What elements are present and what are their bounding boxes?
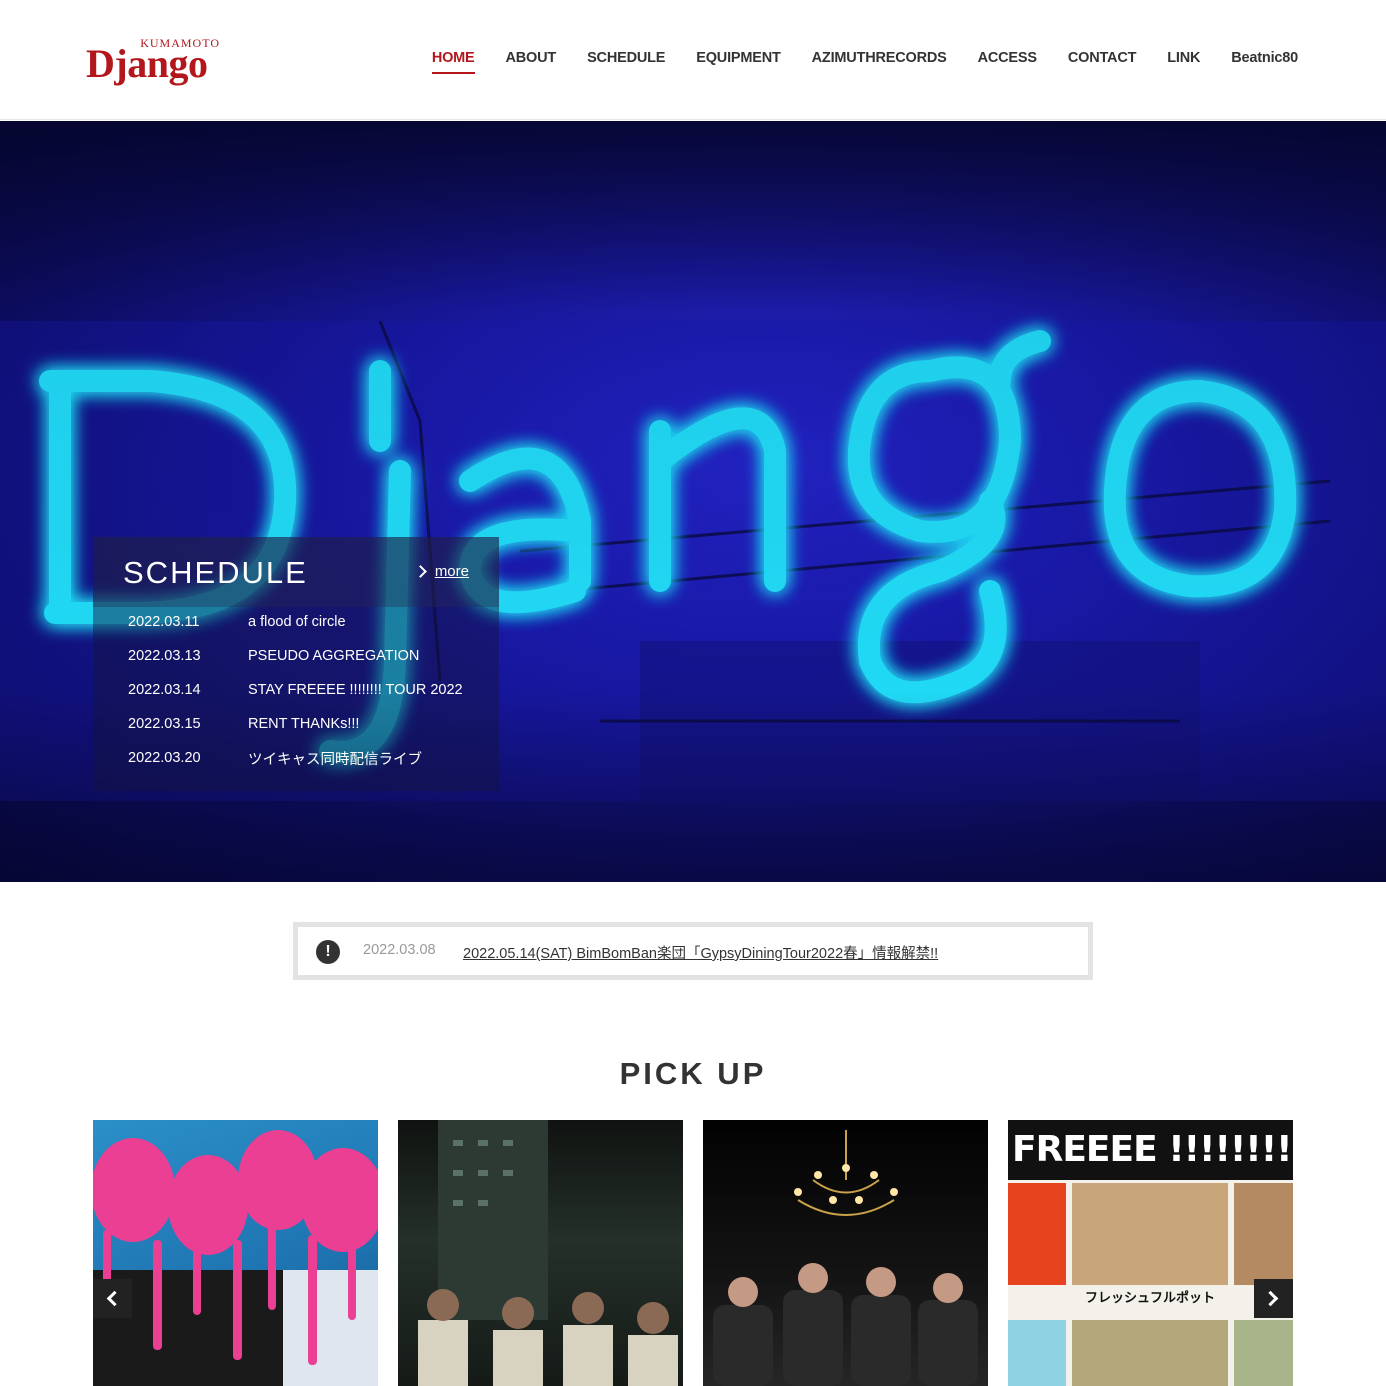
news-link[interactable]: 2022.05.14(SAT) BimBomBan楽団「GypsyDiningT… [463, 942, 938, 963]
nav-beatnic80[interactable]: Beatnic80 [1231, 50, 1298, 74]
main-nav: HOME ABOUT SCHEDULE EQUIPMENT AZIMUTHREC… [431, 50, 1298, 74]
band-photo-chandelier [713, 1130, 978, 1386]
schedule-event-title: a flood of circle [248, 614, 346, 630]
schedule-more-link[interactable]: more [413, 563, 469, 580]
news-date: 2022.03.08 [363, 942, 436, 958]
pickup-card-2[interactable] [398, 1120, 683, 1386]
schedule-title: SCHEDULE [123, 555, 308, 590]
schedule-event-title: ツイキャス同時配信ライブ [248, 751, 422, 768]
pickup-card-1[interactable] [93, 1120, 378, 1386]
carousel-next-button[interactable] [1254, 1279, 1293, 1318]
nav-about[interactable]: ABOUT [506, 50, 557, 74]
pickup-card-4[interactable]: FREEEE !!!!!!!! TOUR フレッシュフルポット [1008, 1120, 1293, 1386]
carousel-prev-button[interactable] [93, 1279, 132, 1318]
tour-poster-caption: フレッシュフルポット [1085, 1290, 1215, 1306]
more-label: more [434, 563, 469, 580]
schedule-date: 2022.03.14 [128, 682, 201, 698]
schedule-event-title: STAY FREEEE !!!!!!!! TOUR 2022 [248, 682, 463, 698]
schedule-date: 2022.03.13 [128, 648, 201, 664]
nav-link[interactable]: LINK [1167, 50, 1200, 74]
schedule-event-title: RENT THANKs!!! [248, 716, 360, 732]
schedule-date: 2022.03.20 [128, 750, 201, 766]
schedule-item[interactable]: 2022.03.11 a flood of circle [128, 605, 463, 639]
logo-django: Django [86, 41, 208, 86]
chevron-left-icon [106, 1290, 123, 1307]
schedule-panel: SCHEDULE more 2022.03.11 a flood of circ… [93, 537, 499, 791]
alert-icon: ! [316, 940, 340, 964]
schedule-item[interactable]: 2022.03.20 ツイキャス同時配信ライブ [128, 741, 463, 775]
chevron-right-icon [1262, 1290, 1279, 1307]
band-photo-night-street [418, 1120, 678, 1386]
site-header: KUMAMOTO Django HOME ABOUT SCHEDULE EQUI… [0, 0, 1386, 120]
nav-contact[interactable]: CONTACT [1068, 50, 1137, 74]
hero-section: SCHEDULE more 2022.03.11 a flood of circ… [0, 121, 1386, 882]
schedule-header: SCHEDULE more [93, 537, 499, 607]
schedule-date: 2022.03.11 [128, 614, 200, 630]
nav-schedule[interactable]: SCHEDULE [587, 50, 665, 74]
nav-home[interactable]: HOME [431, 50, 475, 74]
band-photo-pink-heads [93, 1130, 378, 1386]
nav-access[interactable]: ACCESS [978, 50, 1037, 74]
site-logo[interactable]: KUMAMOTO Django [86, 36, 226, 86]
schedule-event-title: PSEUDO AGGREGATION [248, 648, 420, 664]
schedule-item[interactable]: 2022.03.15 RENT THANKs!!! [128, 707, 463, 741]
pickup-title: PICK UP [619, 1056, 767, 1091]
schedule-list: 2022.03.11 a flood of circle 2022.03.13 … [128, 605, 463, 775]
tour-poster-collage: フレッシュフルポット [1008, 1180, 1293, 1386]
schedule-date: 2022.03.15 [128, 716, 201, 732]
pickup-card-3[interactable] [703, 1120, 988, 1386]
nav-azimuthrecords[interactable]: AZIMUTHRECORDS [812, 50, 947, 74]
news-bar: ! 2022.03.08 2022.05.14(SAT) BimBomBan楽団… [293, 922, 1093, 980]
chevron-right-icon [413, 565, 427, 578]
schedule-item[interactable]: 2022.03.13 PSEUDO AGGREGATION [128, 639, 463, 673]
nav-equipment[interactable]: EQUIPMENT [696, 50, 781, 74]
tour-banner-text: FREEEE !!!!!!!! TOUR [1008, 1120, 1293, 1180]
schedule-item[interactable]: 2022.03.14 STAY FREEEE !!!!!!!! TOUR 202… [128, 673, 463, 707]
